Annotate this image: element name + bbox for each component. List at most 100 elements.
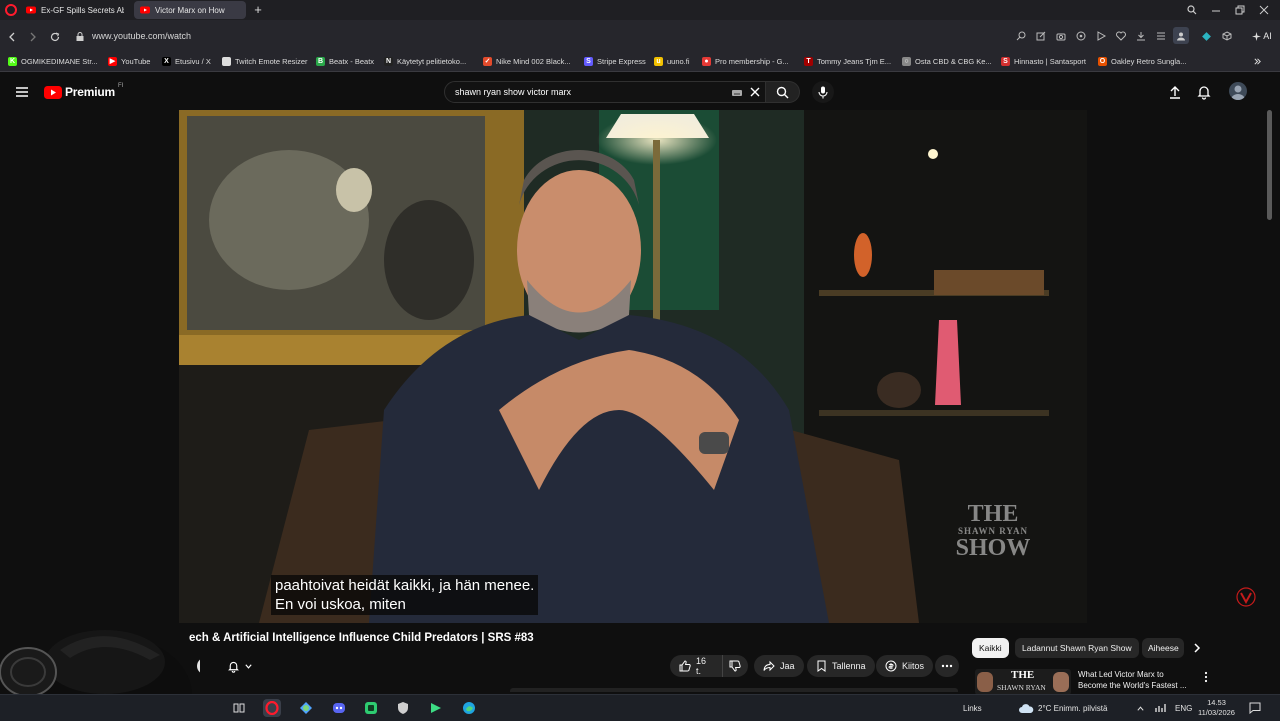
bookmark-label: Stripe Express [597,57,646,66]
browser-logo-icon[interactable] [5,4,17,16]
description-edge [510,688,958,692]
bookmark-item[interactable]: T Tommy Jeans Tjm E... [804,55,891,68]
bookmark-item[interactable]: O Oakley Retro Sungla... [1098,55,1186,68]
avatar[interactable] [1229,82,1247,100]
url-field[interactable]: www.youtube.com/watch [76,26,1196,46]
app-icon-green[interactable] [362,699,380,717]
search-button[interactable] [766,81,800,103]
microphone-icon [818,86,828,99]
download-icon[interactable] [1135,30,1147,42]
chip-all[interactable]: Kaikki [972,638,1009,658]
tab-label: Victor Marx on How [155,5,225,15]
youtube-premium-logo[interactable]: Premium FI [44,83,123,99]
extension-icon[interactable] [1200,30,1212,42]
search-tabs-icon[interactable] [1181,2,1203,18]
notifications-icon[interactable] [1249,695,1261,721]
share-icon [763,660,775,672]
forward-button[interactable] [25,29,41,45]
find-icon[interactable] [1015,30,1027,42]
camera-icon[interactable] [1055,30,1067,42]
heart-icon[interactable] [1115,30,1127,42]
video-thumbnail[interactable]: THE SHAWN RYAN [975,669,1071,695]
video-title: ech & Artificial Intelligence Influence … [189,632,534,644]
title-line: Become the World's Fastest ... [1078,681,1187,690]
app-icon[interactable] [297,699,315,717]
back-button[interactable] [4,29,20,45]
opera-icon[interactable] [263,699,281,717]
bookmark-item[interactable]: S Stripe Express [584,55,646,68]
save-button[interactable]: Tallenna [807,655,875,677]
bookmark-item[interactable]: K OGMIKEDIMANE Str... [8,55,98,68]
santa-icon: S [1001,57,1010,66]
app-icon-shield[interactable] [394,699,412,717]
ai-button[interactable]: AI [1248,26,1276,46]
search-value: shawn ryan show victor marx [455,87,572,97]
more-actions-button[interactable] [935,655,959,677]
new-tab-button[interactable]: + [251,3,265,17]
recommended-video[interactable]: THE SHAWN RYAN What Led Victor Marx to B… [975,669,1220,695]
bookmark-icon [816,660,827,672]
clock[interactable]: 14.53 11/03/2026 [1198,695,1235,721]
minimize-button[interactable] [1205,2,1227,18]
bookmark-item[interactable]: X Etusivu / X [162,55,211,68]
chip-uploaded-by[interactable]: Ladannut Shawn Ryan Show [1015,638,1139,658]
tray-chevron-up-icon[interactable] [1136,695,1145,721]
thanks-button[interactable]: Kiitos [876,655,934,677]
globe-icon: ○ [902,57,911,66]
bookmark-item[interactable]: u uuno.fi [654,55,690,68]
stripe-icon: S [584,57,593,66]
restore-button[interactable] [1229,2,1251,18]
bookmark-item[interactable]: ● Pro membership - G... [702,55,789,68]
network-icon[interactable] [1155,695,1166,721]
shield-icon[interactable] [1075,30,1087,42]
more-vertical-icon[interactable] [1204,671,1212,683]
share-button[interactable]: Jaa [754,655,804,677]
youtube-icon: ▶ [108,57,117,66]
search-input[interactable]: shawn ryan show victor marx [444,81,766,103]
cube-icon[interactable] [1221,30,1233,42]
chip-related[interactable]: Aiheese [1142,638,1184,658]
weather-widget[interactable]: 2°C Enimm. pilvistä [1018,695,1107,721]
edge-icon[interactable] [460,699,478,717]
page-scrollbar[interactable] [1267,110,1272,220]
close-window-button[interactable] [1253,2,1275,18]
clock-date: 11/03/2026 [1198,708,1235,717]
bookmark-item[interactable]: Twitch Emote Resizer [222,55,308,68]
bookmark-item[interactable]: B Beatx - Beatx [316,55,374,68]
bookmark-item[interactable]: ✓ Nike Mind 002 Black... [483,55,571,68]
chevron-right-icon[interactable] [1192,643,1202,653]
edit-icon[interactable] [1035,30,1047,42]
discord-icon[interactable] [330,699,348,717]
bookmark-item[interactable]: N Käytetyt pelitietoko... [384,55,466,68]
keyboard-icon[interactable] [732,90,742,96]
android-studio-icon[interactable] [427,699,445,717]
nike-icon: ✓ [483,57,492,66]
profile-icon[interactable] [1173,27,1189,44]
browser-tab[interactable]: Ex-GF Spills Secrets About [20,1,130,19]
bell-icon [227,660,240,673]
dislike-button[interactable] [722,655,748,677]
bookmark-label: Käytetyt pelitietoko... [397,57,467,66]
links-toolbar[interactable]: Links [963,695,982,721]
menu-list-icon[interactable] [1155,30,1167,42]
browser-tab-active[interactable]: Victor Marx on How [134,1,246,19]
like-button[interactable]: 16 t. [670,655,722,677]
bookmark-item[interactable]: ○ Osta CBD & CBG Ke... [902,55,992,68]
notifications-bell-icon[interactable] [1196,84,1212,100]
video-player[interactable]: THE SHAWN RYAN SHOW paahtoivat heidät ka… [179,110,1087,623]
clear-search-button[interactable] [749,86,761,98]
bookmark-item[interactable]: S Hinnasto | Santasport [1001,55,1086,68]
chevron-down-icon [244,662,253,671]
thumbnail-person [977,672,993,692]
bookmarks-overflow-icon[interactable] [1253,55,1262,68]
bookmark-item[interactable]: ▶ YouTube [108,55,150,68]
chip-label: Kaikki [979,643,1002,653]
voice-search-button[interactable] [812,81,834,103]
subscribe-notification-button[interactable] [227,656,267,676]
task-view-icon[interactable] [230,699,248,717]
play-icon[interactable] [1095,30,1107,42]
hamburger-menu-icon[interactable] [14,84,30,100]
reload-button[interactable] [47,29,63,45]
input-language[interactable]: ENG [1175,695,1192,721]
upload-icon[interactable] [1167,84,1183,100]
